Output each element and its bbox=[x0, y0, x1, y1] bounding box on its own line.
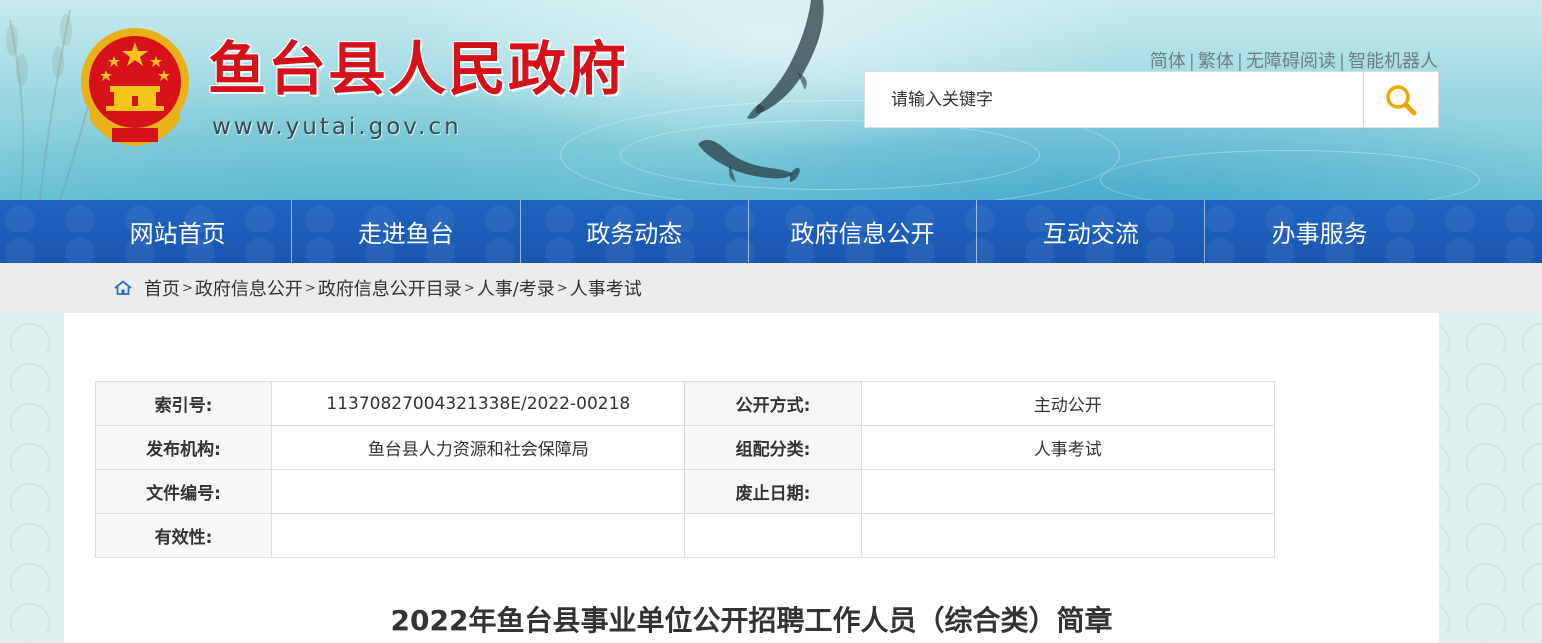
water-ripple bbox=[1100, 150, 1480, 200]
search-box bbox=[864, 71, 1439, 128]
meta-value: 11370827004321338E/2022-00218 bbox=[271, 381, 686, 426]
meta-label: 组配分类: bbox=[684, 425, 862, 470]
header-banner: 鱼台县人民政府 www.yutai.gov.cn 简体 | 繁体 | 无障碍阅读 | 智能机… bbox=[0, 0, 1542, 200]
link-traditional[interactable]: 繁体 bbox=[1198, 51, 1234, 72]
meta-value bbox=[684, 513, 862, 558]
breadcrumb-link-home[interactable]: 首页 bbox=[144, 275, 180, 301]
meta-label: 有效性: bbox=[94, 513, 273, 558]
nav-item-home[interactable]: 网站首页 bbox=[64, 200, 293, 263]
meta-value bbox=[860, 469, 1276, 514]
meta-value bbox=[860, 513, 1276, 558]
site-url: www.yutai.gov.cn bbox=[212, 114, 462, 140]
article-content: 索引号: 11370827004321338E/2022-00218 公开方式:… bbox=[64, 313, 1439, 643]
nav-item-services[interactable]: 办事服务 bbox=[1205, 200, 1433, 263]
national-emblem-icon bbox=[81, 28, 189, 146]
meta-label: 发布机构: bbox=[94, 425, 273, 470]
article-title: 2022年鱼台县事业单位公开招聘工作人员（综合类）简章 bbox=[390, 604, 1113, 637]
meta-value: 鱼台县人力资源和社会保障局 bbox=[271, 425, 686, 470]
breadcrumb-link-catalog[interactable]: 政府信息公开目录 bbox=[318, 275, 462, 301]
breadcrumb: 首页 > 政府信息公开 > 政府信息公开目录 > 人事/考录 > 人事考试 bbox=[114, 263, 642, 313]
table-row: 有效性: bbox=[94, 513, 1276, 558]
table-row: 发布机构: 鱼台县人力资源和社会保障局 组配分类: 人事考试 bbox=[94, 425, 1276, 470]
breadcrumb-bar: 首页 > 政府信息公开 > 政府信息公开目录 > 人事/考录 > 人事考试 bbox=[0, 263, 1542, 313]
meta-value: 主动公开 bbox=[860, 381, 1276, 426]
nav-item-info-disclosure[interactable]: 政府信息公开 bbox=[749, 200, 978, 263]
link-robot[interactable]: 智能机器人 bbox=[1348, 51, 1438, 72]
document-meta-table: 索引号: 11370827004321338E/2022-00218 公开方式:… bbox=[94, 381, 1276, 558]
site-title: 鱼台县人民政府 bbox=[208, 35, 629, 103]
search-input[interactable] bbox=[865, 72, 1363, 127]
breadcrumb-link-personnel[interactable]: 人事/考录 bbox=[477, 275, 555, 301]
fish-icon bbox=[747, 0, 824, 119]
meta-value: 人事考试 bbox=[860, 425, 1276, 470]
meta-value bbox=[271, 469, 686, 514]
search-icon bbox=[1386, 84, 1417, 115]
home-icon bbox=[114, 280, 132, 296]
top-links: 简体 | 繁体 | 无障碍阅读 | 智能机器人 bbox=[1149, 51, 1438, 72]
link-simplified[interactable]: 简体 bbox=[1150, 51, 1186, 72]
meta-label: 废止日期: bbox=[684, 469, 862, 514]
meta-value bbox=[271, 513, 686, 558]
meta-label: 文件编号: bbox=[94, 469, 273, 514]
fish-icon bbox=[698, 139, 800, 182]
main-nav: 网站首页 走进鱼台 政务动态 政府信息公开 互动交流 办事服务 bbox=[0, 200, 1542, 263]
table-row: 索引号: 11370827004321338E/2022-00218 公开方式:… bbox=[94, 381, 1276, 426]
meta-label: 公开方式: bbox=[684, 381, 862, 426]
search-button[interactable] bbox=[1363, 72, 1438, 127]
breadcrumb-link-info-disclosure[interactable]: 政府信息公开 bbox=[195, 275, 303, 301]
link-accessibility[interactable]: 无障碍阅读 bbox=[1246, 51, 1336, 72]
nav-item-interaction[interactable]: 互动交流 bbox=[977, 200, 1206, 263]
breadcrumb-link-exam[interactable]: 人事考试 bbox=[570, 275, 642, 301]
nav-item-news[interactable]: 政务动态 bbox=[521, 200, 749, 263]
table-row: 文件编号: 废止日期: bbox=[94, 469, 1276, 514]
meta-label: 索引号: bbox=[94, 381, 273, 426]
nav-item-about[interactable]: 走进鱼台 bbox=[292, 200, 521, 263]
